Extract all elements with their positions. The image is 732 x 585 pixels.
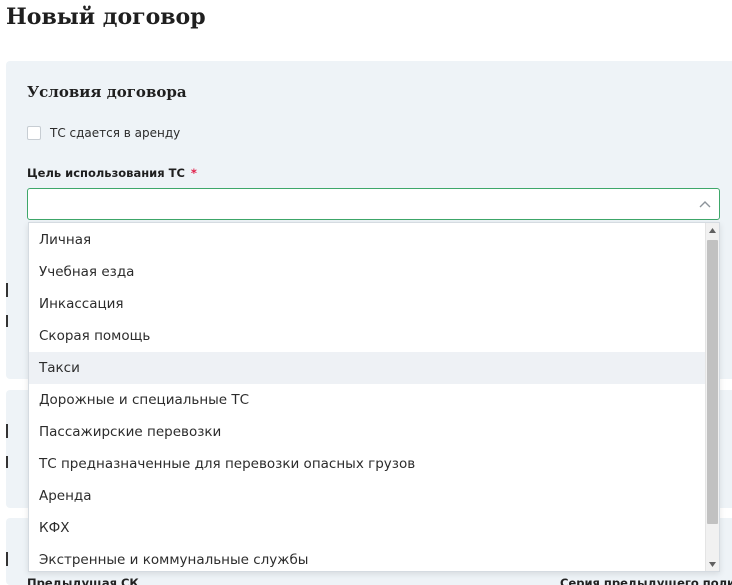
section-marker <box>6 424 8 438</box>
scroll-up-arrow-icon[interactable] <box>706 223 719 237</box>
usage-purpose-option[interactable]: Учебная езда <box>29 256 705 288</box>
chevron-up-icon[interactable] <box>699 199 711 209</box>
section-marker <box>6 315 8 327</box>
usage-purpose-option[interactable]: Дорожные и специальные ТС <box>29 384 705 416</box>
rental-checkbox[interactable] <box>27 126 41 140</box>
section-marker <box>6 456 8 468</box>
scrollbar-thumb[interactable] <box>707 240 718 524</box>
usage-purpose-option[interactable]: Скорая помощь <box>29 320 705 352</box>
dropdown-scrollbar[interactable] <box>705 223 719 571</box>
usage-purpose-option[interactable]: Пассажирские перевозки <box>29 416 705 448</box>
usage-purpose-option[interactable]: Аренда <box>29 480 705 512</box>
usage-purpose-dropdown[interactable]: Личная Учебная езда Инкассация Скорая помощ… <box>28 222 720 572</box>
usage-purpose-option[interactable]: Личная <box>29 224 705 256</box>
usage-purpose-option[interactable]: КФХ <box>29 512 705 544</box>
usage-purpose-options-list[interactable]: Личная Учебная езда Инкассация Скорая помощ… <box>29 224 705 571</box>
page-title: Новый договор <box>6 4 206 30</box>
previous-policy-series-label: Серия предыдущего полиса <box>560 576 732 585</box>
section-marker <box>6 283 8 297</box>
section-marker <box>6 552 8 566</box>
rental-checkbox-label: ТС сдается в аренду <box>50 126 181 140</box>
usage-purpose-select[interactable] <box>27 188 720 220</box>
usage-purpose-option[interactable]: Такси <box>29 352 705 384</box>
scroll-down-arrow-icon[interactable] <box>706 557 719 571</box>
usage-purpose-label-text: Цель использования ТС <box>27 166 185 180</box>
rental-checkbox-row[interactable]: ТС сдается в аренду <box>27 125 180 141</box>
usage-purpose-option[interactable]: Инкассация <box>29 288 705 320</box>
required-mark: * <box>190 166 197 180</box>
usage-purpose-option[interactable]: ТС предназначенные для перевозки опасных… <box>29 448 705 480</box>
section-title: Условия договора <box>27 83 187 101</box>
previous-insurer-label: Предыдущая СК <box>27 576 139 585</box>
usage-purpose-label: Цель использования ТС * <box>27 165 197 181</box>
usage-purpose-option[interactable]: Экстренные и коммунальные службы <box>29 544 705 571</box>
